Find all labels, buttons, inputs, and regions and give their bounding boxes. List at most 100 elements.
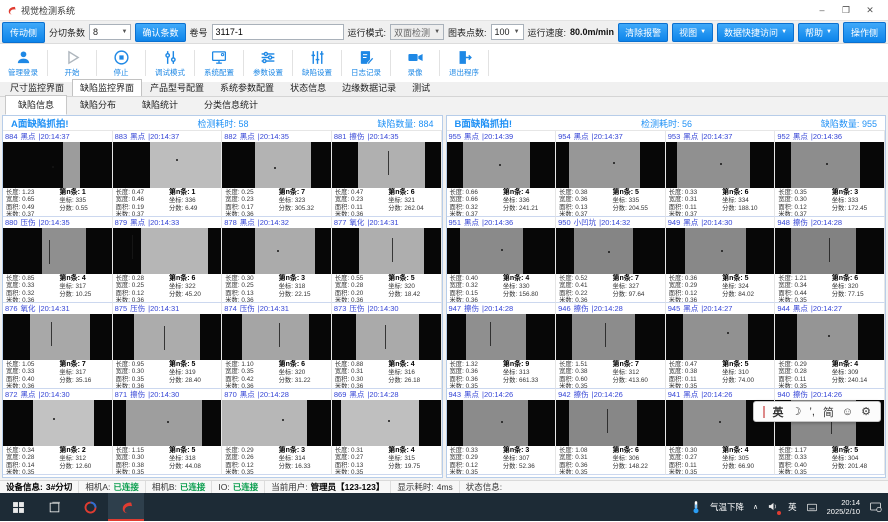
help-menu-button[interactable]: 帮助▼ bbox=[798, 23, 839, 42]
ime-punctuation[interactable]: ’, bbox=[809, 406, 815, 418]
moon-icon[interactable]: ☽ bbox=[792, 405, 802, 418]
data-quick-access-menu-button[interactable]: 数据快捷访问▼ bbox=[717, 23, 794, 42]
minimize-button[interactable]: – bbox=[810, 5, 834, 15]
toolbar-log-record-button[interactable]: 日志记录 bbox=[345, 49, 387, 78]
defect-image[interactable] bbox=[332, 228, 441, 274]
defect-cell[interactable]: 884 黑点 |20:14:37 长度: 1.23 宽度: 0.65 面积: 0… bbox=[3, 131, 113, 217]
emoji-icon[interactable]: ☺ bbox=[842, 406, 853, 418]
defect-image[interactable] bbox=[3, 314, 112, 360]
defect-cell[interactable]: 878 黑点 |20:14:32 长度: 0.30 宽度: 0.25 面积: 0… bbox=[222, 217, 332, 303]
toolbar-record-video-button[interactable]: 录像 bbox=[394, 49, 436, 78]
defect-image[interactable] bbox=[332, 400, 441, 446]
taskbar-clock[interactable]: 20:14 2025/2/10 bbox=[827, 498, 860, 517]
touch-keyboard-icon[interactable] bbox=[869, 501, 882, 513]
defect-cell[interactable]: 952 黑点 |20:14:36 长度: 0.35 宽度: 0.30 面积: 0… bbox=[775, 131, 885, 217]
tab-status-info[interactable]: 状态信息 bbox=[282, 79, 334, 96]
defect-cell[interactable]: 870 黑点 |20:14:28 长度: 0.29 宽度: 0.26 面积: 0… bbox=[222, 389, 332, 475]
maximize-button[interactable]: ❐ bbox=[834, 5, 858, 16]
defect-cell[interactable]: 949 黑点 |20:14:30 长度: 0.36 宽度: 0.29 面积: 0… bbox=[666, 217, 776, 303]
defect-cell[interactable]: 955 黑点 |20:14:39 长度: 0.66 宽度: 0.66 面积: 0… bbox=[447, 131, 557, 217]
defect-cell[interactable]: 883 黑点 |20:14:37 长度: 0.47 宽度: 0.46 面积: 0… bbox=[113, 131, 223, 217]
toolbar-exit-program-button[interactable]: 退出程序 bbox=[443, 49, 485, 78]
defect-image[interactable] bbox=[332, 142, 441, 188]
roll-number-input[interactable] bbox=[212, 24, 344, 40]
defect-image[interactable] bbox=[222, 228, 331, 274]
defect-cell[interactable]: 944 黑点 |20:14:27 长度: 0.29 宽度: 0.28 面积: 0… bbox=[775, 303, 885, 389]
defect-image[interactable] bbox=[113, 400, 222, 446]
defect-image[interactable] bbox=[222, 400, 331, 446]
weather-text[interactable]: 气温下降 bbox=[710, 501, 744, 513]
tab-edge-data-record[interactable]: 边缘数据记录 bbox=[334, 79, 404, 96]
defect-image[interactable] bbox=[556, 400, 665, 446]
defect-cell[interactable]: 879 黑点 |20:14:33 长度: 0.28 宽度: 0.25 面积: 0… bbox=[113, 217, 223, 303]
ime-simplified-mode[interactable]: 简 bbox=[823, 404, 834, 420]
defect-cell[interactable]: 877 氧化 |20:14:31 长度: 0.55 宽度: 0.28 面积: 0… bbox=[332, 217, 442, 303]
gear-icon[interactable]: ⚙ bbox=[861, 405, 871, 418]
run-mode-select[interactable]: 双面检测▼ bbox=[390, 24, 444, 40]
defect-image[interactable] bbox=[113, 142, 222, 188]
defect-image[interactable] bbox=[775, 228, 884, 274]
confirm-count-button[interactable]: 确认条数 bbox=[135, 23, 185, 42]
defect-image[interactable] bbox=[222, 142, 331, 188]
defect-image[interactable] bbox=[556, 314, 665, 360]
operate-side-button[interactable]: 操作侧 bbox=[843, 22, 886, 43]
defect-cell[interactable]: 948 擦伤 |20:14:28 长度: 1.21 宽度: 0.34 面积: 0… bbox=[775, 217, 885, 303]
defect-cell[interactable]: 953 黑点 |20:14:37 长度: 0.33 宽度: 0.31 面积: 0… bbox=[666, 131, 776, 217]
toolbar-debug-mode-button[interactable]: 调试模式 bbox=[149, 49, 191, 78]
defect-image[interactable] bbox=[556, 142, 665, 188]
subtab-defect-info[interactable]: 缺陷信息 bbox=[5, 95, 67, 115]
defect-image[interactable] bbox=[332, 314, 441, 360]
defect-cell[interactable]: 873 压伤 |20:14:30 长度: 0.88 宽度: 0.31 面积: 0… bbox=[332, 303, 442, 389]
toolbar-parameter-settings-button[interactable]: 参数设置 bbox=[247, 49, 289, 78]
defect-cell[interactable]: 882 黑点 |20:14:35 长度: 0.25 宽度: 0.23 面积: 0… bbox=[222, 131, 332, 217]
defect-cell[interactable]: 871 擦伤 |20:14:30 长度: 1.15 宽度: 0.30 面积: 0… bbox=[113, 389, 223, 475]
slit-count-select[interactable]: 8▼ bbox=[89, 24, 131, 40]
defect-image[interactable] bbox=[3, 400, 112, 446]
defect-image[interactable] bbox=[666, 228, 775, 274]
tray-ime-icon[interactable] bbox=[806, 502, 818, 513]
defect-cell[interactable]: 947 擦伤 |20:14:28 长度: 1.32 宽度: 0.36 面积: 0… bbox=[447, 303, 557, 389]
defect-image[interactable] bbox=[447, 400, 556, 446]
defect-cell[interactable]: 945 黑点 |20:14:27 长度: 0.47 宽度: 0.38 面积: 0… bbox=[666, 303, 776, 389]
subtab-defect-distribution[interactable]: 缺陷分布 bbox=[67, 95, 129, 115]
defect-image[interactable] bbox=[113, 228, 222, 274]
toolbar-start-button[interactable]: 开始 bbox=[51, 49, 93, 78]
defect-image[interactable] bbox=[3, 228, 112, 274]
tab-test[interactable]: 测试 bbox=[404, 79, 438, 96]
start-button[interactable] bbox=[0, 493, 36, 521]
subtab-defect-statistics[interactable]: 缺陷统计 bbox=[129, 95, 191, 115]
volume-icon[interactable] bbox=[767, 501, 779, 514]
defect-image[interactable] bbox=[775, 142, 884, 188]
taskbar-app-icon[interactable] bbox=[72, 493, 108, 521]
clear-alarm-button[interactable]: 清除报警 bbox=[618, 23, 668, 42]
tab-defect-monitor[interactable]: 缺陷监控界面 bbox=[72, 79, 142, 96]
defect-image[interactable] bbox=[447, 142, 556, 188]
toolbar-system-config-button[interactable]: 系统配置 bbox=[198, 49, 240, 78]
chart-points-select[interactable]: 100▼ bbox=[491, 24, 524, 40]
taskbar-active-app-icon[interactable] bbox=[108, 493, 144, 521]
defect-image[interactable] bbox=[222, 314, 331, 360]
language-indicator[interactable]: 英 bbox=[788, 501, 797, 513]
defect-image[interactable] bbox=[447, 314, 556, 360]
defect-cell[interactable]: 943 黑点 |20:14:26 长度: 0.33 宽度: 0.29 面积: 0… bbox=[447, 389, 557, 475]
defect-cell[interactable]: 880 压伤 |20:14:35 长度: 0.85 宽度: 0.33 面积: 0… bbox=[3, 217, 113, 303]
defect-image[interactable] bbox=[666, 142, 775, 188]
defect-image[interactable] bbox=[113, 314, 222, 360]
tab-product-model-config[interactable]: 产品型号配置 bbox=[142, 79, 212, 96]
defect-cell[interactable]: 872 黑点 |20:14:30 长度: 0.34 宽度: 0.28 面积: 0… bbox=[3, 389, 113, 475]
defect-cell[interactable]: 942 擦伤 |20:14:26 长度: 1.08 宽度: 0.31 面积: 0… bbox=[556, 389, 666, 475]
tab-system-param-config[interactable]: 系统参数配置 bbox=[212, 79, 282, 96]
toolbar-stop-button[interactable]: 停止 bbox=[100, 49, 142, 78]
subtab-class-info-statistics[interactable]: 分类信息统计 bbox=[191, 95, 271, 115]
ime-english-mode[interactable]: 英 bbox=[773, 404, 784, 420]
view-menu-button[interactable]: 视图▼ bbox=[672, 23, 713, 42]
defect-cell[interactable]: 876 氧化 |20:14:31 长度: 1.05 宽度: 0.33 面积: 0… bbox=[3, 303, 113, 389]
defect-image[interactable] bbox=[666, 314, 775, 360]
chevron-up-icon[interactable]: ∧ bbox=[753, 503, 758, 511]
defect-cell[interactable]: 875 压伤 |20:14:31 长度: 0.95 宽度: 0.30 面积: 0… bbox=[113, 303, 223, 389]
toolbar-defect-settings-button[interactable]: 缺陷设置 bbox=[296, 49, 338, 78]
defect-cell[interactable]: 950 小凹坑 |20:14:32 长度: 0.52 宽度: 0.41 面积: … bbox=[556, 217, 666, 303]
defect-image[interactable] bbox=[3, 142, 112, 188]
defect-image[interactable] bbox=[447, 228, 556, 274]
drive-side-button[interactable]: 传动侧 bbox=[2, 22, 45, 43]
